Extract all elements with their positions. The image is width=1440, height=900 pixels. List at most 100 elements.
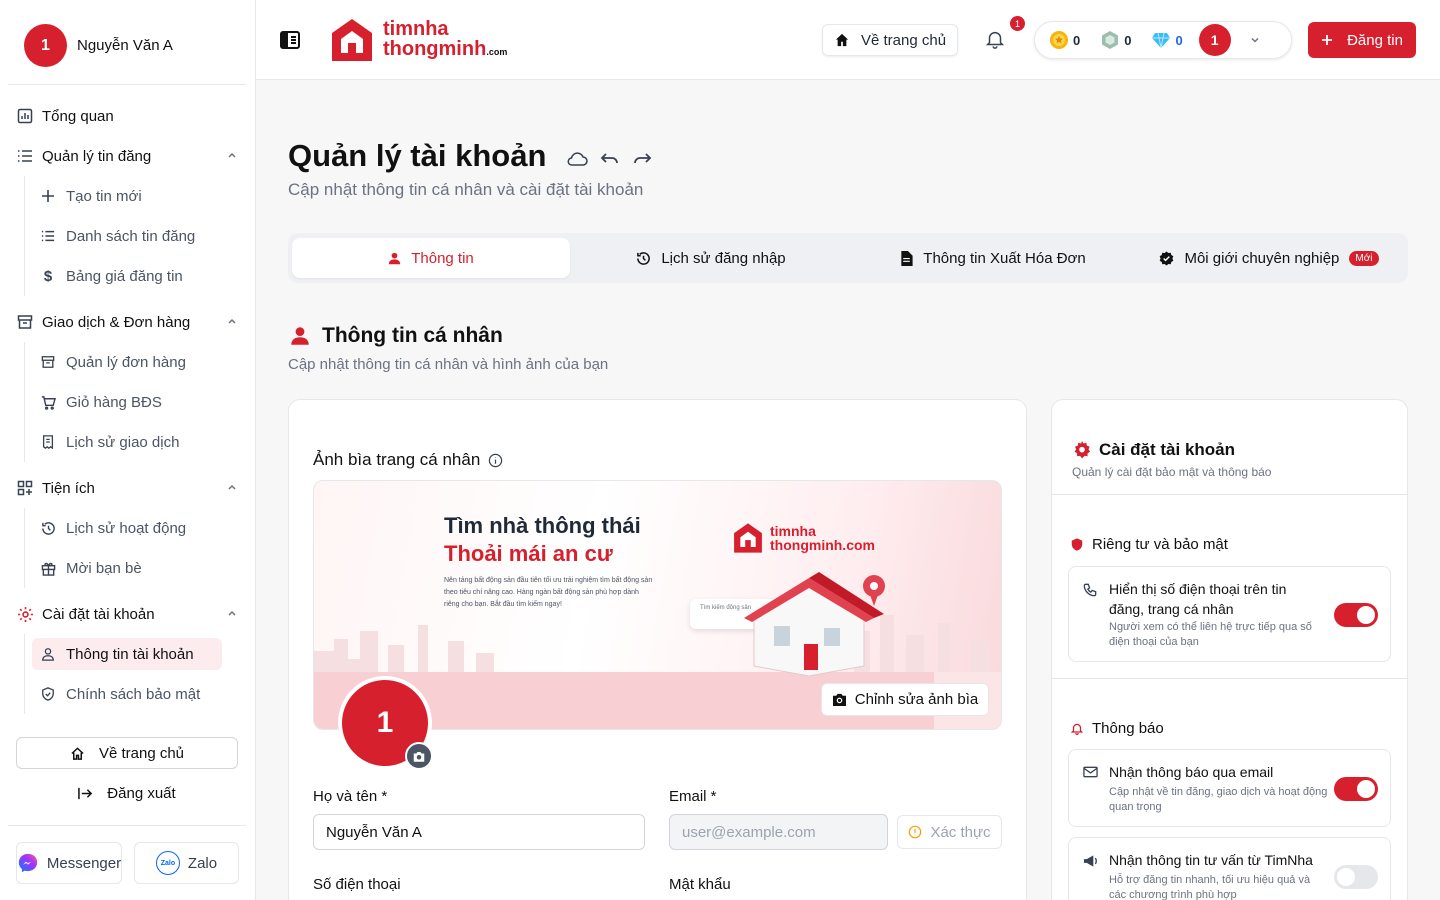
post-listing-button[interactable]: Đăng tin — [1308, 22, 1416, 58]
nav-listings[interactable]: Quản lý tin đăng — [16, 140, 244, 172]
tab-pro-broker[interactable]: Môi giới chuyên nghiệp Mới — [1134, 238, 1404, 278]
nav-transaction-history[interactable]: Lịch sử giao dịch — [32, 426, 224, 458]
messenger-button[interactable]: Messenger — [16, 842, 122, 884]
header-avatar[interactable]: 1 — [1198, 24, 1231, 56]
bell-icon[interactable] — [984, 28, 1006, 50]
chevron-up-icon[interactable] — [226, 315, 238, 327]
nav-order-management[interactable]: Quản lý đơn hàng — [32, 346, 224, 378]
zalo-icon: Zalo — [155, 851, 180, 875]
name-label: Họ và tên * — [313, 788, 388, 805]
chevron-down-icon[interactable] — [1249, 34, 1261, 46]
nav-privacy-policy[interactable]: Chính sách bảo mật — [32, 678, 224, 710]
nav-orders[interactable]: Giao dịch & Đơn hàng — [16, 306, 244, 338]
header-home-label: Về trang chủ — [861, 31, 947, 49]
user-icon — [40, 646, 56, 662]
tab-invoice-info-label: Thông tin Xuất Hóa Đơn — [923, 249, 1086, 267]
name-input[interactable]: Nguyễn Văn A — [313, 814, 645, 850]
divider — [8, 84, 246, 85]
logo-line1: timnha — [383, 17, 449, 40]
page-subtitle: Cập nhật thông tin cá nhân và cài đặt tà… — [288, 180, 644, 199]
nav-overview[interactable]: Tổng quan — [16, 100, 244, 132]
sidebar-toggle-icon[interactable] — [280, 31, 300, 49]
edit-cover-button[interactable]: Chỉnh sửa ảnh bìa — [821, 683, 989, 716]
option-consult-notify-title: Nhận thông tin tư vấn từ TimNha — [1109, 852, 1313, 868]
gold-coin-icon — [1050, 31, 1068, 49]
cover-headline-2: Thoải mái an cư — [444, 541, 613, 566]
avatar[interactable]: 1 — [24, 24, 67, 67]
nav-invite-friends[interactable]: Mời bạn bè — [32, 552, 224, 584]
dollar-icon: $ — [43, 267, 53, 285]
diamond-balance: 0 — [1151, 30, 1183, 50]
settings-title: Cài đặt tài khoản — [1073, 440, 1235, 460]
green-coin-balance: 0 — [1100, 30, 1131, 50]
nav-cart-label: Giỏ hàng BĐS — [66, 393, 162, 411]
email-input[interactable]: user@example.com — [669, 814, 888, 850]
option-show-phone-desc: Người xem có thể liên hệ trực tiếp qua s… — [1109, 621, 1312, 648]
divider — [1052, 494, 1407, 495]
new-badge: Mới — [1349, 250, 1379, 266]
home-icon — [835, 33, 849, 47]
nav-listings-label: Quản lý tin đăng — [42, 147, 152, 165]
nav-activity-history[interactable]: Lịch sử hoạt động — [32, 512, 224, 544]
shield-icon — [1070, 537, 1084, 552]
cover-headline-1: Tìm nhà thông thái — [444, 513, 641, 538]
wallet-balance[interactable]: 0 0 0 1 — [1034, 21, 1292, 59]
verify-button[interactable]: Xác thực — [897, 815, 1002, 849]
notify-title-text: Thông báo — [1092, 720, 1164, 737]
tab-pro-broker-label: Môi giới chuyên nghiệp — [1184, 249, 1340, 267]
nav-pricing[interactable]: $ Bảng giá đăng tin — [32, 260, 224, 292]
user-profile[interactable]: 1 Nguyễn Văn A — [24, 24, 173, 67]
redo-icon[interactable] — [632, 150, 652, 168]
gear-icon — [16, 605, 34, 623]
tab-invoice-info[interactable]: Thông tin Xuất Hóa Đơn — [852, 238, 1134, 278]
logout-button[interactable]: Đăng xuất — [16, 777, 238, 809]
privacy-group-title: Riêng tư và bảo mật — [1070, 536, 1228, 553]
chevron-up-icon[interactable] — [226, 149, 238, 161]
show-phone-toggle[interactable] — [1334, 603, 1378, 627]
user-icon — [388, 252, 401, 265]
archive-icon — [16, 313, 34, 331]
cloud-icon[interactable] — [566, 150, 588, 168]
nav-create-listing[interactable]: Tạo tin mới — [32, 180, 224, 212]
tab-info[interactable]: Thông tin — [292, 238, 570, 278]
document-icon — [900, 250, 913, 266]
nav-listing-list-label: Danh sách tin đăng — [66, 227, 196, 245]
history-icon — [636, 251, 651, 266]
chevron-up-icon[interactable] — [226, 481, 238, 493]
consult-notify-toggle[interactable] — [1334, 865, 1378, 889]
zalo-button[interactable]: Zalo Zalo — [134, 842, 239, 884]
nav-order-management-label: Quản lý đơn hàng — [66, 353, 186, 371]
nav-utilities[interactable]: Tiện ích — [16, 472, 244, 504]
nav-utilities-label: Tiện ích — [42, 479, 95, 497]
megaphone-icon — [1083, 854, 1098, 868]
logo-line2: thongminh — [383, 37, 487, 60]
nav-activity-history-label: Lịch sử hoạt động — [66, 519, 187, 537]
logo[interactable]: timnha thongminh.com — [329, 16, 507, 64]
sidebar-home-button[interactable]: Về trang chủ — [16, 737, 238, 769]
tab-login-history[interactable]: Lịch sử đăng nhập — [570, 238, 852, 278]
option-email-notify-desc: Cập nhật về tin đăng, giao dịch và hoạt … — [1109, 786, 1328, 813]
list-icon — [40, 228, 56, 244]
nav-account-settings-label: Cài đặt tài khoản — [42, 605, 155, 623]
logout-label: Đăng xuất — [107, 784, 176, 802]
plus-icon — [40, 188, 56, 204]
nav-listing-list[interactable]: Danh sách tin đăng — [32, 220, 224, 252]
bell-icon — [1070, 721, 1084, 736]
toggle-knob — [1357, 780, 1375, 798]
list-icon — [16, 147, 34, 165]
nav-cart[interactable]: Giỏ hàng BĐS — [32, 386, 224, 418]
info-icon[interactable] — [488, 453, 503, 468]
chevron-up-icon[interactable] — [226, 607, 238, 619]
post-listing-label: Đăng tin — [1347, 31, 1403, 49]
section-title-text: Thông tin cá nhân — [322, 324, 503, 347]
undo-icon[interactable] — [600, 150, 620, 168]
nav-pricing-label: Bảng giá đăng tin — [66, 267, 183, 285]
logo-house-icon — [734, 523, 762, 553]
nav-account-settings[interactable]: Cài đặt tài khoản — [16, 598, 244, 630]
header-home-button[interactable]: Về trang chủ — [822, 24, 958, 56]
avatar-camera-icon[interactable] — [405, 742, 433, 770]
home-icon — [70, 746, 85, 761]
nav-account-info[interactable]: Thông tin tài khoản — [32, 638, 222, 670]
email-notify-toggle[interactable] — [1334, 777, 1378, 801]
verified-badge-icon — [1159, 250, 1174, 266]
